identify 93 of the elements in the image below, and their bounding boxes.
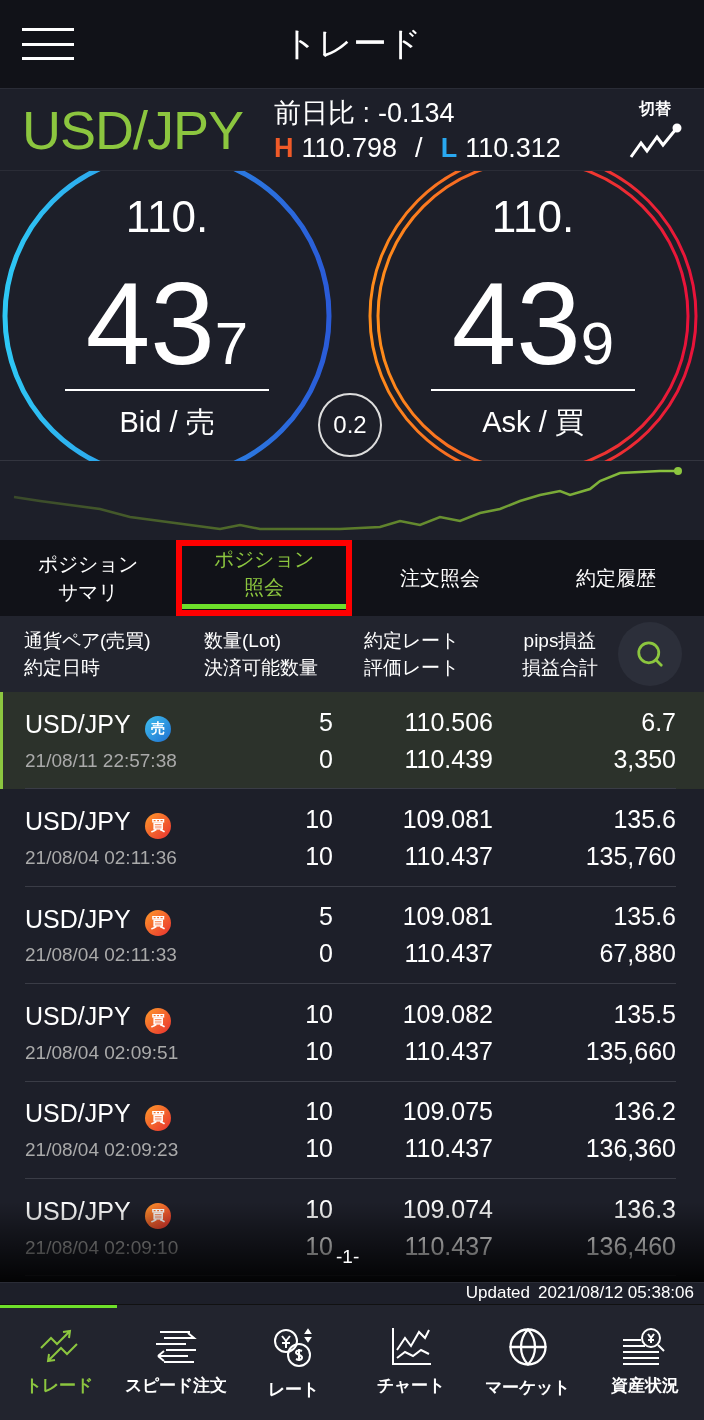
pair-text: USD/JPY bbox=[25, 709, 131, 738]
evaluation-rate: 110.437 bbox=[404, 1036, 493, 1066]
globe-icon bbox=[506, 1326, 549, 1368]
pair-text: USD/JPY bbox=[25, 1099, 131, 1128]
profit-total: 135,760 bbox=[585, 842, 676, 872]
trade-rate: 109.081 bbox=[402, 902, 493, 932]
page-indicator: -1- bbox=[336, 1246, 360, 1268]
closable-quantity: 10 bbox=[305, 1134, 333, 1164]
profit-total: 3,350 bbox=[613, 744, 676, 774]
high-value: 110.798 bbox=[301, 133, 398, 164]
side-badge: 売 bbox=[144, 715, 171, 742]
trade-time: 21/08/04 02:09:10 bbox=[25, 1236, 179, 1259]
trade-time: 21/08/11 22:57:38 bbox=[25, 749, 177, 772]
change-label: 前日比 : bbox=[274, 97, 370, 130]
tab-label: 照会 bbox=[244, 575, 284, 598]
tab-label: 約定履歴 bbox=[576, 567, 656, 589]
nav-item[interactable]: トレード bbox=[0, 1305, 118, 1420]
trade-time: 21/08/04 02:09:51 bbox=[25, 1041, 179, 1064]
tab[interactable]: ポジション サマリ bbox=[0, 540, 176, 616]
lot-quantity: 10 bbox=[305, 1097, 333, 1127]
profit-total: 135,660 bbox=[585, 1036, 676, 1066]
evaluation-rate: 110.437 bbox=[404, 939, 493, 969]
nav-item[interactable]: レート bbox=[234, 1305, 352, 1420]
pips-profit: 136.2 bbox=[613, 1097, 676, 1127]
position-row[interactable]: USD/JPY 売 21/08/11 22:57:38 5 0 110.506 110.439 6.7 3,350 bbox=[0, 692, 704, 790]
evaluation-rate: 110.437 bbox=[404, 1231, 493, 1261]
evaluation-rate: 110.437 bbox=[404, 1134, 493, 1164]
closable-quantity: 10 bbox=[305, 842, 333, 872]
evaluation-rate: 110.437 bbox=[404, 842, 493, 872]
currency-pair: USD/JPY bbox=[22, 98, 245, 161]
low-value: 110.312 bbox=[465, 133, 561, 164]
trade-time: 21/08/04 02:11:33 bbox=[25, 944, 177, 967]
menu-button[interactable] bbox=[22, 28, 74, 60]
trade-rate: 109.074 bbox=[402, 1194, 493, 1224]
line-chart-icon bbox=[628, 122, 682, 160]
lot-quantity: 5 bbox=[319, 902, 333, 932]
trade-time: 21/08/04 02:09:23 bbox=[25, 1139, 179, 1162]
tab-label: ポジション bbox=[214, 547, 314, 570]
nav-item[interactable]: スピード注文 bbox=[117, 1305, 235, 1420]
nav-item[interactable]: チャート bbox=[352, 1305, 470, 1420]
tab-label: ポジション bbox=[38, 553, 138, 575]
closable-quantity: 0 bbox=[319, 939, 333, 969]
tab-label: 注文照会 bbox=[400, 567, 480, 589]
column-header: 約定レート 評価レート bbox=[364, 629, 460, 680]
column-header: 通貨ペア(売買) 約定日時 bbox=[24, 629, 152, 680]
nav-item[interactable]: マーケット bbox=[469, 1305, 587, 1420]
switch-button[interactable]: 切替 bbox=[628, 99, 682, 160]
updated-label: Updated bbox=[465, 1283, 530, 1304]
pair-text: USD/JPY bbox=[25, 904, 131, 933]
high-label: H bbox=[274, 133, 294, 164]
evaluation-rate: 110.439 bbox=[404, 744, 493, 774]
change-value: -0.134 bbox=[378, 98, 455, 129]
side-badge: 買 bbox=[144, 1007, 171, 1034]
pair-text: USD/JPY bbox=[25, 807, 131, 836]
screen-title: トレード bbox=[282, 23, 422, 64]
search-icon bbox=[635, 639, 665, 669]
lot-quantity: 10 bbox=[305, 999, 333, 1029]
lot-quantity: 10 bbox=[305, 805, 333, 835]
tab[interactable]: 約定履歴 bbox=[528, 540, 704, 616]
trade-rate: 110.506 bbox=[404, 707, 493, 737]
profit-total: 136,460 bbox=[585, 1231, 676, 1261]
tab-label: サマリ bbox=[58, 581, 118, 603]
closable-quantity: 0 bbox=[319, 744, 333, 774]
closable-quantity: 10 bbox=[305, 1036, 333, 1066]
profit-total: 136,360 bbox=[585, 1134, 676, 1164]
side-badge: 買 bbox=[144, 1202, 171, 1229]
nav-item[interactable]: 資産状況 bbox=[586, 1305, 704, 1420]
pair-text: USD/JPY bbox=[25, 1196, 131, 1225]
side-badge: 買 bbox=[144, 1105, 171, 1132]
trade-rate: 109.081 bbox=[402, 805, 493, 835]
closable-quantity: 10 bbox=[305, 1231, 333, 1261]
pips-profit: 135.5 bbox=[613, 999, 676, 1029]
updated-time: 2021/08/12 05:38:06 bbox=[538, 1283, 694, 1304]
pips-profit: 135.6 bbox=[613, 805, 676, 835]
side-badge: 買 bbox=[144, 910, 171, 937]
column-header: pips損益 損益合計 bbox=[521, 629, 599, 680]
pips-profit: 135.6 bbox=[613, 902, 676, 932]
side-badge: 買 bbox=[144, 812, 171, 839]
trade-rate: 109.082 bbox=[402, 999, 493, 1029]
pips-profit: 6.7 bbox=[641, 707, 676, 737]
low-label: L bbox=[440, 133, 458, 164]
pair-text: USD/JPY bbox=[25, 1002, 131, 1030]
profit-total: 67,880 bbox=[599, 939, 676, 969]
trade-time: 21/08/04 02:11:36 bbox=[25, 846, 177, 869]
lot-quantity: 10 bbox=[305, 1194, 333, 1224]
tab[interactable]: ポジション 照会 bbox=[176, 540, 352, 616]
tab[interactable]: 注文照会 bbox=[352, 540, 528, 616]
trade-rate: 109.075 bbox=[402, 1097, 493, 1127]
separator: / bbox=[415, 133, 423, 164]
pips-profit: 136.3 bbox=[613, 1194, 676, 1224]
lot-quantity: 5 bbox=[319, 707, 333, 737]
column-header: 数量(Lot) 決済可能数量 bbox=[204, 629, 319, 680]
spread-value: 0.2 bbox=[318, 393, 382, 457]
